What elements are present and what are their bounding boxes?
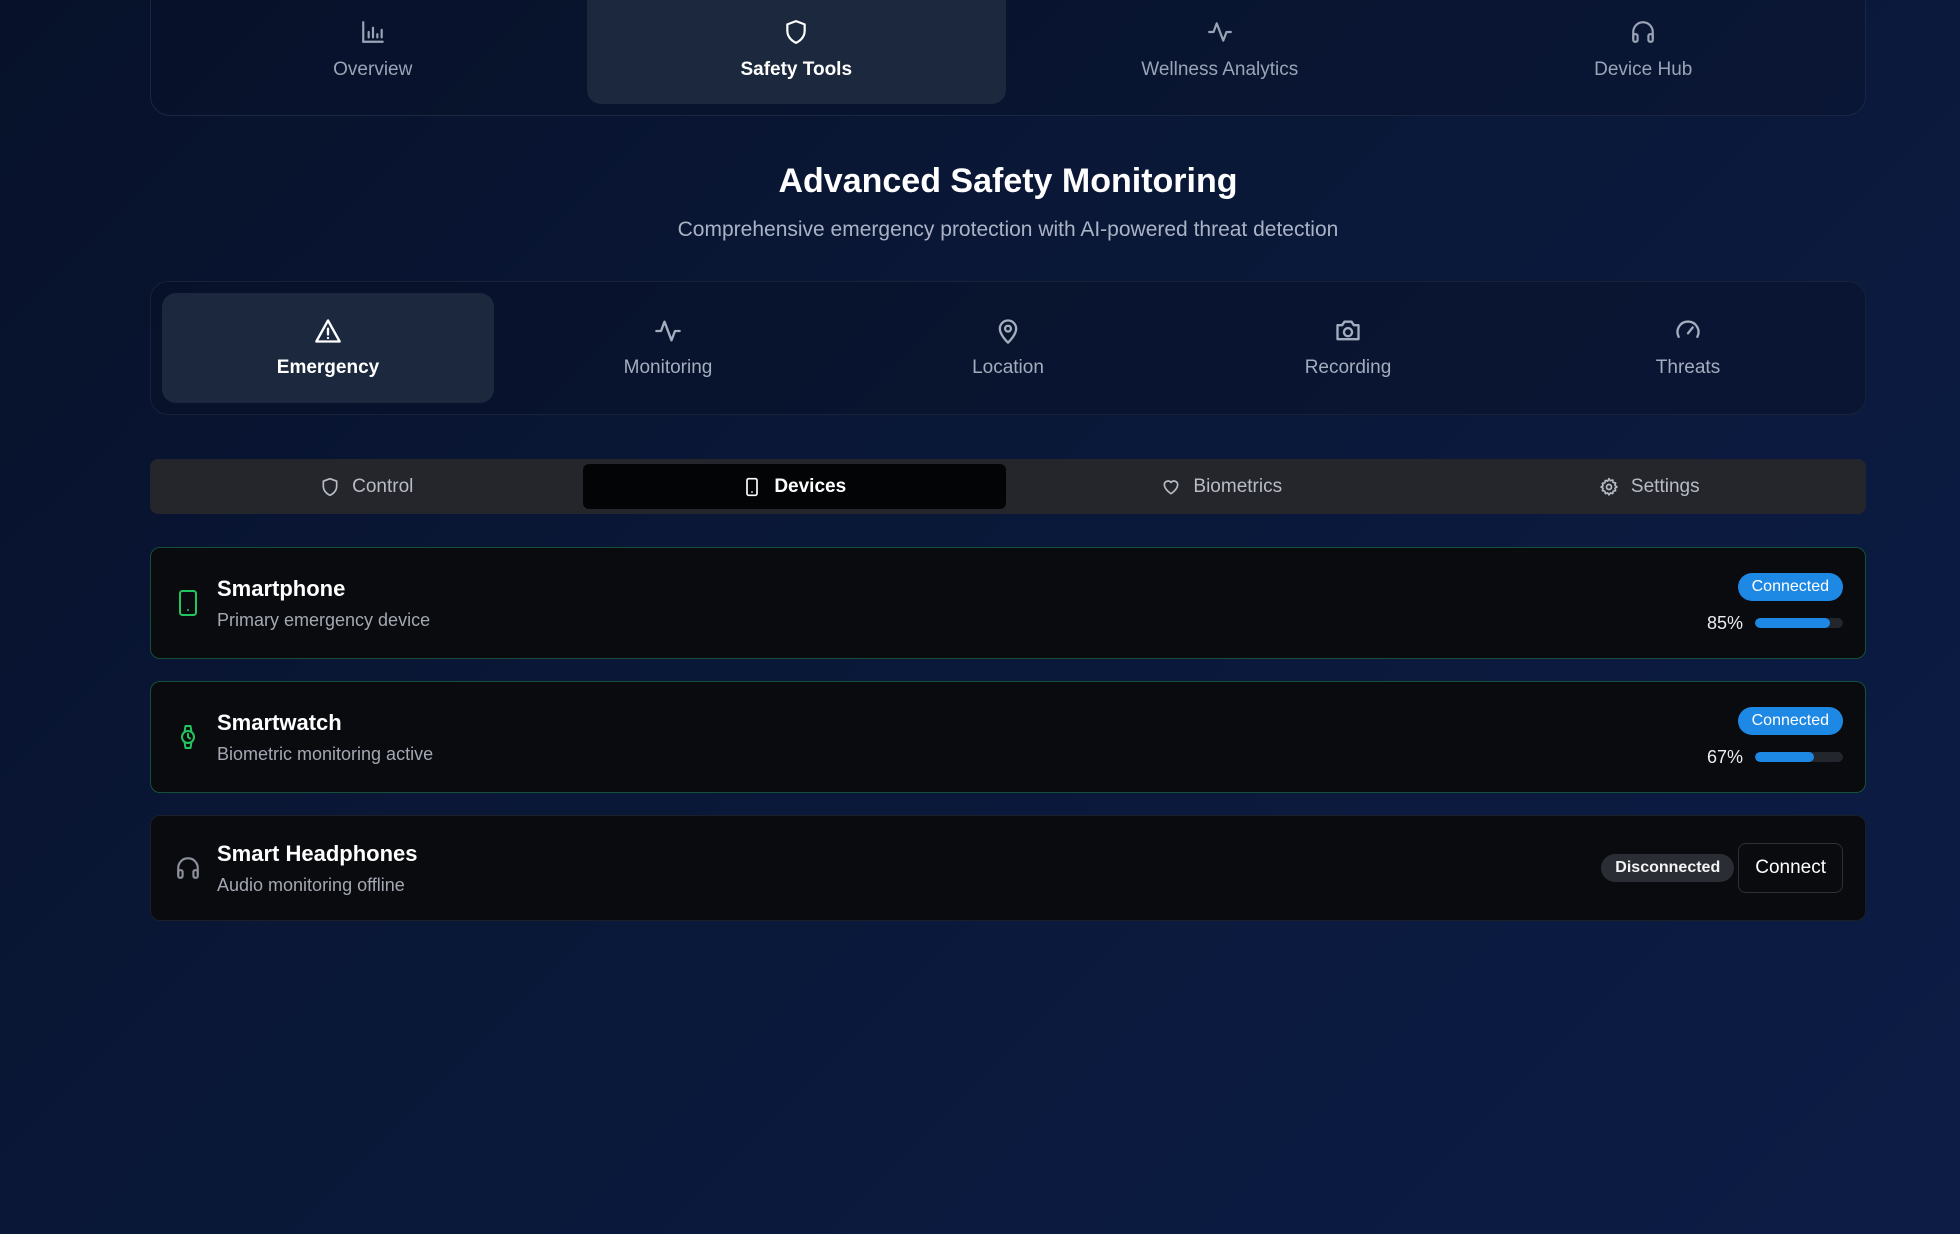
tab-label: Recording [1304,357,1392,378]
tab-location[interactable]: Location [842,293,1174,403]
top-tab-wellness-analytics[interactable]: Wellness Analytics [1010,0,1430,115]
device-card-smart-headphones: Smart Headphones Audio monitoring offlin… [150,815,1866,921]
top-tab-safety-tools[interactable]: Safety Tools [586,0,1006,104]
battery-bar-fill [1755,752,1814,762]
tab-monitoring[interactable]: Monitoring [502,293,834,403]
status-badge: Disconnected [1601,854,1735,882]
shield-icon [786,20,806,44]
tab-control[interactable]: Control [155,464,579,509]
tab-label: Location [972,357,1044,378]
battery-bar-fill [1755,618,1830,628]
tab-label: Monitoring [623,357,713,378]
device-description: Biometric monitoring active [217,743,434,764]
top-tab-label: Overview [333,59,413,80]
top-tab-label: Device Hub [1594,59,1693,80]
tab-threats[interactable]: Threats [1522,293,1854,403]
alert-triangle-icon [315,319,341,343]
tab-label: Settings [1630,475,1700,497]
heart-icon [1163,479,1179,494]
battery-bar [1755,752,1843,762]
tab-label: Threats [1655,357,1721,378]
gear-icon [1600,477,1618,496]
headphones-icon [1632,21,1655,43]
camera-icon [1336,320,1360,341]
battery-level: 85% [1706,612,1743,633]
device-name: Smartphone [217,575,346,601]
top-tab-device-hub[interactable]: Device Hub [1434,0,1854,115]
tab-emergency[interactable]: Emergency [162,293,494,403]
sub-tabs: Control Devices Biometrics Settings [150,459,1866,514]
device-description: Audio monitoring offline [217,874,405,895]
device-name: Smart Headphones [217,840,418,866]
activity-icon [1207,22,1232,42]
top-tab-label: Wellness Analytics [1141,59,1299,80]
tab-label: Control [352,475,414,497]
top-tab-overview[interactable]: Overview [163,0,583,115]
tab-settings[interactable]: Settings [1438,464,1862,509]
top-tab-label: Safety Tools [740,59,853,80]
tab-devices[interactable]: Devices [582,464,1006,509]
status-badge: Connected [1737,706,1843,735]
bar-chart-icon [361,21,384,43]
tab-label: Emergency [276,357,380,378]
top-nav: Overview Safety Tools Wellness Analytics… [150,0,1866,116]
tab-recording[interactable]: Recording [1182,293,1514,403]
tab-label: Devices [774,475,847,497]
device-name: Smartwatch [217,709,342,735]
device-description: Primary emergency device [217,609,431,630]
status-badge: Connected [1737,572,1843,601]
page-title: Advanced Safety Monitoring [778,162,1238,200]
battery-bar [1755,618,1843,628]
map-pin-icon [998,319,1018,344]
activity-icon [655,320,681,342]
watch-icon [175,723,201,751]
device-card-smartphone: Smartphone Primary emergency device Conn… [150,547,1866,659]
connect-button[interactable]: Connect [1738,843,1843,893]
smartphone-icon [175,589,201,617]
headphones-icon [175,854,201,882]
device-card-smartwatch: Smartwatch Biometric monitoring active C… [150,681,1866,793]
page-subtitle: Comprehensive emergency protection with … [677,218,1339,241]
gauge-icon [1676,320,1700,338]
battery-level: 67% [1706,746,1743,767]
smartphone-icon [746,477,759,496]
tab-label: Biometrics [1193,475,1283,497]
tab-biometrics[interactable]: Biometrics [1010,464,1434,509]
section-tabs: Emergency Monitoring Location Recording … [150,281,1866,415]
shield-icon [322,477,338,496]
